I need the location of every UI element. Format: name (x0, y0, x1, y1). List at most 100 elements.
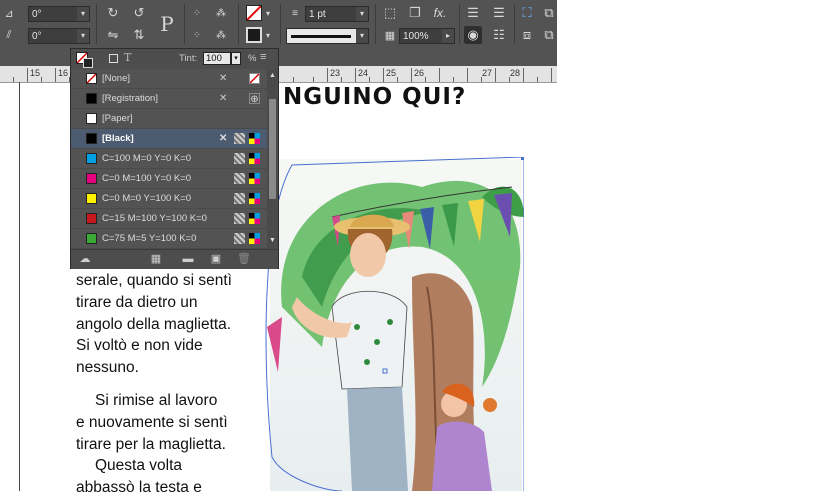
story-text-frame[interactable]: serale, quando si sentì tirare da dietro… (76, 270, 256, 499)
ruler-label: 27 (482, 68, 493, 78)
illustration-frame[interactable] (262, 157, 524, 491)
text-wrap-shape-icon[interactable]: ◉ (464, 26, 482, 44)
text-wrap-bbox-icon[interactable]: ☰ (490, 4, 508, 22)
flip-vertical-icon[interactable]: ⇅ (130, 26, 148, 44)
shear-angle-field[interactable]: 0° ▾ (28, 28, 90, 44)
swatch-row-green[interactable]: C=75 M=5 Y=100 K=0 (71, 229, 267, 249)
fill-swatch-none[interactable] (246, 5, 262, 21)
tint-input[interactable]: 100 (203, 52, 231, 65)
swatch-row-red[interactable]: C=15 M=100 Y=100 K=0 (71, 209, 267, 229)
stroke-weight-value: 1 pt (309, 9, 326, 20)
opacity-dropdown[interactable]: ▸ (442, 29, 454, 43)
tint-dropdown[interactable]: ▾ (231, 52, 241, 65)
swatch-chip (86, 153, 97, 164)
swatch-chip (86, 173, 97, 184)
swatch-row-black[interactable]: [Black] ✕ (71, 129, 267, 149)
cmyk-mode-icon (249, 153, 260, 164)
separator (280, 4, 281, 44)
fill-dropdown-icon[interactable]: ▾ (263, 4, 273, 22)
swatch-row-yellow[interactable]: C=0 M=0 Y=100 K=0 (71, 189, 267, 209)
separator (375, 4, 376, 44)
text-wrap-none-icon[interactable]: ☰ (464, 4, 482, 22)
stroke-type-dropdown[interactable]: ▾ (356, 29, 368, 43)
rotate-angle-icon: ⊿ (4, 7, 14, 20)
stroke-type-preview (291, 35, 351, 38)
scroll-up-icon[interactable]: ▲ (269, 72, 276, 79)
process-color-icon (234, 233, 245, 244)
stroke-weight-field[interactable]: 1 pt ▾ (305, 6, 369, 22)
panel-menu-icon[interactable]: ≡ (260, 51, 266, 63)
swatch-row-registration[interactable]: [Registration] ✕ ⊕ (71, 89, 267, 109)
swatch-row-none[interactable]: [None] ✕ (71, 69, 267, 89)
separator (184, 4, 185, 44)
swatch-row-magenta[interactable]: C=0 M=100 Y=0 K=0 (71, 169, 267, 189)
cc-libraries-icon[interactable]: ☁ (78, 253, 92, 266)
delete-swatch-icon[interactable]: 🗑 (237, 253, 251, 266)
flip-horizontal-icon[interactable]: ⇋ (104, 26, 122, 44)
ruler-label: 25 (386, 68, 397, 78)
opacity-value: 100% (403, 31, 429, 42)
boy-jeans (347, 387, 408, 491)
page-heading[interactable]: NGUINO QUI? (283, 84, 466, 110)
rotate-angle-field[interactable]: 0° ▾ (28, 6, 90, 22)
text-line: Si rimise al lavoro (95, 391, 218, 409)
stroke-swatch-black[interactable] (246, 27, 262, 43)
text-line: e nuovamente si sentì (76, 413, 228, 431)
ruler-label: 16 (58, 68, 69, 78)
swatch-name: [None] (102, 73, 130, 84)
rotate-cw-icon[interactable]: ↻ (104, 4, 122, 22)
shear-angle-dropdown[interactable]: ▾ (77, 29, 89, 43)
type-on-path-icon[interactable]: P (152, 10, 182, 38)
scroll-down-icon[interactable]: ▼ (269, 237, 276, 244)
stroke-weight-icon: ≡ (292, 7, 298, 19)
stroke-type-field[interactable]: ▾ (286, 28, 369, 44)
separator (96, 4, 97, 44)
girl-pigtail (483, 398, 497, 412)
ruler-label: 24 (358, 68, 369, 78)
opacity-field[interactable]: 100% ▸ (399, 28, 455, 44)
text-wrap-jump-icon[interactable]: ☷ (490, 26, 508, 44)
swatch-chip (86, 193, 97, 204)
process-color-icon (234, 153, 245, 164)
swatch-chip (86, 133, 97, 144)
auto-fit-icon[interactable]: ⛶ (518, 4, 536, 22)
formatting-text-icon[interactable]: T (124, 51, 131, 64)
scroll-thumb[interactable] (269, 99, 276, 199)
corner-options-icon[interactable]: ⬚ (381, 4, 399, 22)
ruler-label: 23 (330, 68, 341, 78)
new-swatch-icon[interactable]: ▣ (209, 253, 223, 266)
fit-frame-icon[interactable]: ⧈ (518, 26, 536, 44)
non-editable-icon: ✕ (219, 133, 228, 144)
swatch-list[interactable]: [None] ✕ [Registration] ✕ ⊕ [Paper] [Bla… (71, 69, 267, 249)
stroke-proxy-icon[interactable] (83, 58, 93, 68)
separator (238, 4, 239, 44)
registration-icon: ⊕ (249, 93, 260, 105)
swatch-chip (86, 113, 97, 124)
ruler-label: 15 (30, 68, 41, 78)
stroke-dropdown-icon[interactable]: ▾ (263, 26, 273, 44)
control-toolbar: ⊿ 0° ▾ ⫽ 0° ▾ ↻ ↺ ⇋ ⇅ P ⁘ ⁂ ⁘ ⁂ ▾ ▾ ≡ 1 … (0, 0, 557, 49)
swatch-list-scrollbar[interactable]: ▲ ▼ (267, 69, 278, 249)
select-next-icon[interactable]: ⁂ (212, 4, 230, 22)
effects-icon[interactable]: fx. (431, 4, 449, 22)
select-previous-icon[interactable]: ⁂ (212, 26, 230, 44)
swatch-name: C=75 M=5 Y=100 K=0 (102, 233, 197, 244)
formatting-container-icon[interactable] (109, 54, 118, 63)
drop-shadow-icon[interactable]: ❐ (406, 4, 424, 22)
swatch-row-paper[interactable]: [Paper] (71, 109, 267, 129)
text-line: Si voltò e non vide (76, 337, 203, 355)
frame-anchor (521, 157, 524, 160)
fit-content-icon[interactable]: ⧉ (540, 4, 558, 22)
fill-frame-icon[interactable]: ⧉ (540, 26, 558, 44)
stroke-weight-dropdown[interactable]: ▾ (356, 7, 368, 21)
text-line: abbassò la testa e (76, 479, 202, 497)
new-color-group-icon[interactable]: ▬ (181, 253, 195, 266)
swatch-row-cyan[interactable]: C=100 M=0 Y=0 K=0 (71, 149, 267, 169)
select-container-icon[interactable]: ⁘ (188, 4, 206, 22)
select-content-icon[interactable]: ⁘ (188, 26, 206, 44)
rotate-angle-dropdown[interactable]: ▾ (77, 7, 89, 21)
shear-angle-icon: ⫽ (6, 28, 12, 41)
show-swatch-kinds-icon[interactable]: ▦ (149, 253, 163, 266)
swatches-panel-footer: ☁ ▦ ▬ ▣ 🗑 (71, 249, 278, 269)
rotate-ccw-icon[interactable]: ↺ (130, 4, 148, 22)
